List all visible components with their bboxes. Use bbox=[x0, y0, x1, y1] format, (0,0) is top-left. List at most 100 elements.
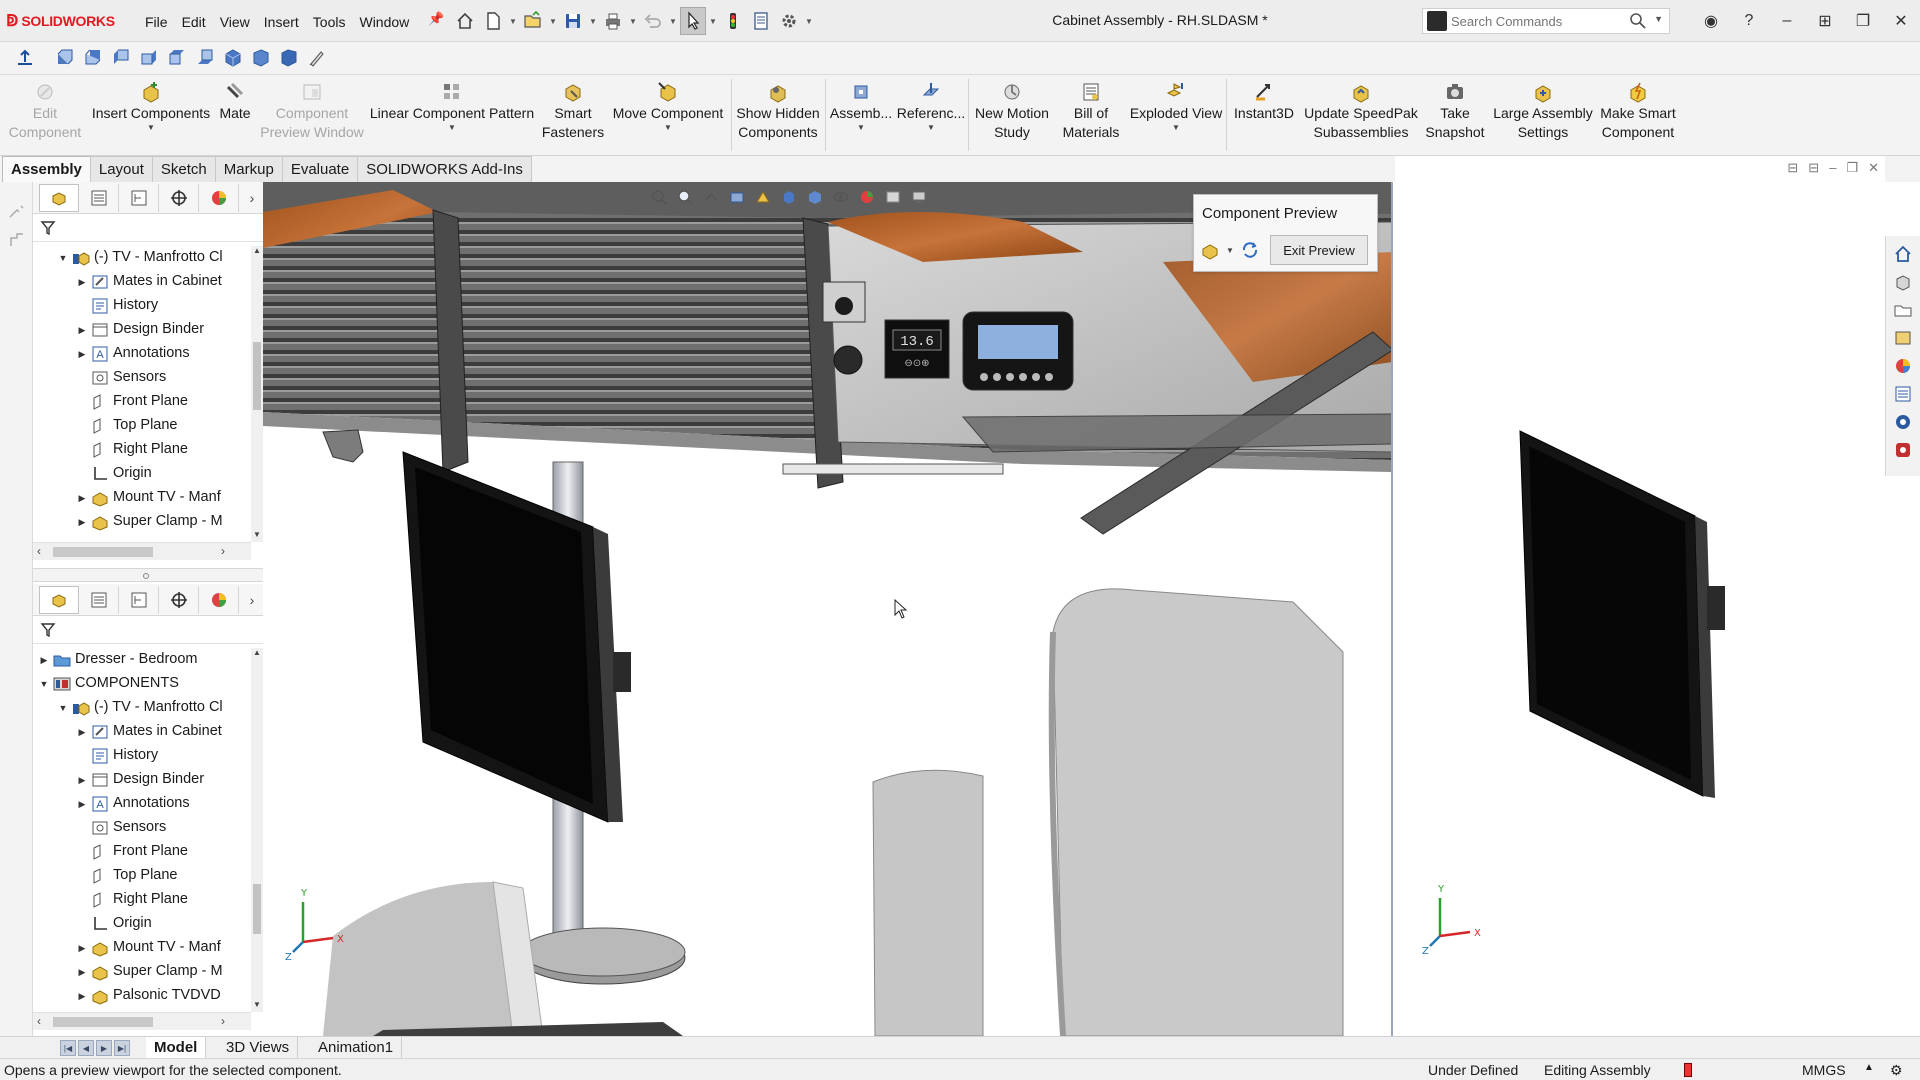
expand-icon[interactable]: ▶ bbox=[77, 967, 87, 977]
bottom-view-icon[interactable] bbox=[192, 45, 218, 71]
mate-button[interactable]: Mate bbox=[214, 79, 256, 153]
reference-geometry-dropdown-icon[interactable]: ▼ bbox=[927, 123, 935, 133]
tree-item[interactable]: ▶ A Annotations bbox=[33, 792, 251, 816]
tab-assembly[interactable]: Assembly bbox=[2, 156, 91, 182]
preview-restore-icon[interactable]: ❐ bbox=[1846, 160, 1858, 176]
scroll-left-icon[interactable]: ‹ bbox=[37, 1014, 41, 1028]
menu-view[interactable]: View bbox=[213, 12, 257, 32]
new-document-icon[interactable] bbox=[480, 7, 506, 35]
collapse-icon[interactable]: ▼ bbox=[39, 679, 49, 689]
dimetric-view-icon[interactable] bbox=[276, 45, 302, 71]
rebuild-icon[interactable] bbox=[720, 7, 746, 35]
hscroll-thumb[interactable] bbox=[53, 1017, 153, 1027]
menu-window[interactable]: Window bbox=[352, 12, 416, 32]
restore-icon[interactable]: ❐ bbox=[1844, 6, 1882, 36]
large-assembly-settings-button[interactable]: Large Assembly Settings bbox=[1490, 79, 1596, 153]
make-smart-component-button[interactable]: Make Smart Component bbox=[1596, 79, 1680, 153]
tab-animation1[interactable]: Animation1 bbox=[310, 1037, 403, 1059]
menu-tools[interactable]: Tools bbox=[306, 12, 353, 32]
expand-icon[interactable]: ▶ bbox=[77, 799, 87, 809]
component-preview-window-button[interactable]: Component Preview Window bbox=[258, 79, 366, 153]
smart-fasteners-button[interactable]: Smart Fasteners bbox=[538, 79, 608, 153]
feature-tree-tab-icon[interactable] bbox=[39, 183, 79, 212]
search-input[interactable] bbox=[1451, 13, 1621, 29]
hscroll-thumb[interactable] bbox=[53, 547, 153, 557]
tree-hscrollbar[interactable]: ‹ › bbox=[33, 1012, 251, 1030]
tree-scrollbar[interactable]: ▲ ▼ bbox=[251, 648, 263, 1012]
product-manager-icon[interactable] bbox=[1891, 438, 1915, 462]
appearances-icon[interactable] bbox=[1891, 354, 1915, 378]
exploded-view-dropdown-icon[interactable]: ▼ bbox=[1172, 123, 1180, 133]
scroll-up-icon[interactable]: ▲ bbox=[251, 648, 263, 660]
more-tabs-icon[interactable]: › bbox=[243, 592, 261, 608]
tree-item[interactable]: Front Plane bbox=[33, 840, 251, 864]
section-view-icon[interactable] bbox=[726, 186, 748, 208]
component-preview-window[interactable]: ⊟ ⊟ – ❐ ✕ Y X Z bbox=[1395, 156, 1885, 1036]
print-dropdown-icon[interactable]: ▼ bbox=[628, 7, 638, 35]
scroll-left-icon[interactable]: ‹ bbox=[37, 544, 41, 558]
scroll-thumb[interactable] bbox=[253, 884, 261, 934]
tree-item[interactable]: Right Plane bbox=[33, 438, 251, 462]
tree-item[interactable]: Sensors bbox=[33, 366, 251, 390]
hide-show-items-icon[interactable] bbox=[830, 186, 852, 208]
show-hidden-components-button[interactable]: Show Hidden Components bbox=[734, 79, 822, 153]
tree-item[interactable]: Origin bbox=[33, 462, 251, 486]
exit-preview-button[interactable]: Exit Preview bbox=[1270, 235, 1368, 265]
print-icon[interactable] bbox=[600, 7, 626, 35]
undo-icon[interactable] bbox=[640, 7, 666, 35]
configuration-manager-tab-icon[interactable] bbox=[119, 585, 159, 614]
pane-splitter[interactable] bbox=[33, 568, 263, 582]
select-dropdown-icon[interactable]: ▼ bbox=[708, 7, 718, 35]
tree-item[interactable]: ▶ Mount TV - Manf bbox=[33, 486, 251, 510]
reference-geometry-button[interactable]: Referenc... ▼ bbox=[896, 79, 966, 153]
save-icon[interactable] bbox=[560, 7, 586, 35]
expand-icon[interactable]: ▶ bbox=[77, 943, 87, 953]
expand-icon[interactable]: ▶ bbox=[77, 517, 87, 527]
tree-item[interactable]: ▼ (-) TV - Manfrotto Cl bbox=[33, 246, 251, 270]
sketch-icon[interactable] bbox=[7, 202, 27, 222]
configuration-manager-tab-icon[interactable] bbox=[119, 183, 159, 212]
exploded-view-button[interactable]: Exploded View ▼ bbox=[1128, 79, 1224, 153]
more-tabs-icon[interactable]: › bbox=[243, 190, 261, 206]
component-selector-icon[interactable] bbox=[1198, 236, 1222, 264]
relation-icon[interactable] bbox=[7, 230, 27, 250]
filter-icon[interactable] bbox=[39, 620, 59, 640]
apply-scene-icon[interactable] bbox=[882, 186, 904, 208]
instant3d-button[interactable]: Instant3D bbox=[1228, 79, 1300, 153]
tree-item[interactable]: Front Plane bbox=[33, 390, 251, 414]
search-icon[interactable] bbox=[1629, 12, 1647, 30]
tree-hscrollbar[interactable]: ‹ › bbox=[33, 542, 251, 560]
tab-layout[interactable]: Layout bbox=[89, 156, 153, 182]
preview-tile-left-icon[interactable]: ⊟ bbox=[1787, 160, 1798, 176]
dynamic-annotation-icon[interactable] bbox=[752, 186, 774, 208]
tab-evaluate[interactable]: Evaluate bbox=[281, 156, 359, 182]
expand-icon[interactable]: ▶ bbox=[77, 277, 87, 287]
collapse-icon[interactable]: ▼ bbox=[58, 703, 68, 713]
scroll-down-icon[interactable]: ▼ bbox=[251, 530, 263, 542]
top-view-icon[interactable] bbox=[164, 45, 190, 71]
property-manager-tab-icon[interactable] bbox=[79, 183, 119, 212]
tree-filter[interactable] bbox=[33, 214, 263, 242]
expand-icon[interactable]: ▶ bbox=[77, 349, 87, 359]
tree-item[interactable]: ▶ Super Clamp - M bbox=[33, 960, 251, 984]
tab-model[interactable]: Model bbox=[146, 1037, 207, 1059]
new-dropdown-icon[interactable]: ▼ bbox=[508, 7, 518, 35]
last-tab-icon[interactable]: ▶| bbox=[114, 1040, 130, 1056]
new-motion-study-button[interactable]: New Motion Study bbox=[970, 79, 1054, 153]
tree-item[interactable]: ▶ Mates in Cabinet bbox=[33, 720, 251, 744]
menu-insert[interactable]: Insert bbox=[257, 12, 306, 32]
solidworks-forum-icon[interactable] bbox=[1891, 410, 1915, 434]
display-manager-tab-icon[interactable] bbox=[199, 183, 239, 212]
collapse-icon[interactable]: ▼ bbox=[58, 253, 68, 263]
preview-tile-right-icon[interactable]: ⊟ bbox=[1808, 160, 1819, 176]
preview-close-icon[interactable]: ✕ bbox=[1868, 160, 1879, 176]
custom-properties-icon[interactable] bbox=[1891, 382, 1915, 406]
tree-item[interactable]: ▶ Mount TV - Manf bbox=[33, 936, 251, 960]
scroll-down-icon[interactable]: ▼ bbox=[251, 1000, 263, 1012]
menu-file[interactable]: File bbox=[138, 12, 175, 32]
display-style-icon[interactable] bbox=[804, 186, 826, 208]
options-gear-icon[interactable] bbox=[776, 7, 802, 35]
take-snapshot-button[interactable]: Take Snapshot bbox=[1420, 79, 1490, 153]
dimxpert-tab-icon[interactable] bbox=[159, 585, 199, 614]
prev-tab-icon[interactable]: ◀ bbox=[78, 1040, 94, 1056]
